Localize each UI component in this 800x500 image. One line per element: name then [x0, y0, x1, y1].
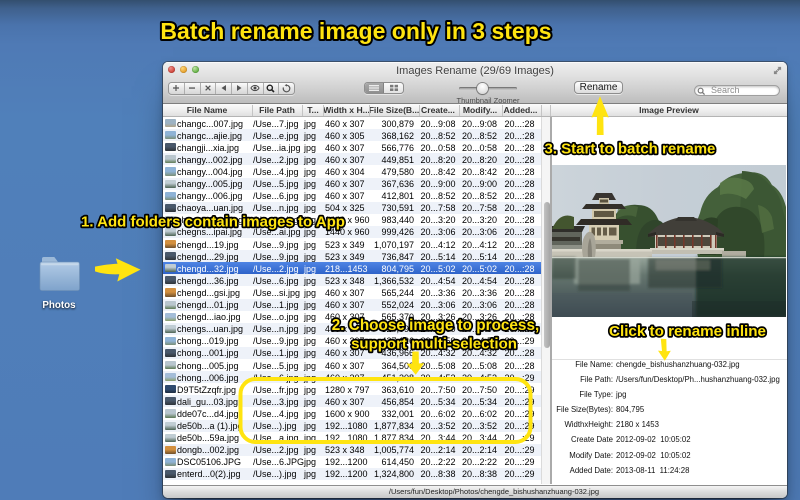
- svg-text:Batch rename image only in 3 s: Batch rename image only in 3 steps: [160, 18, 551, 44]
